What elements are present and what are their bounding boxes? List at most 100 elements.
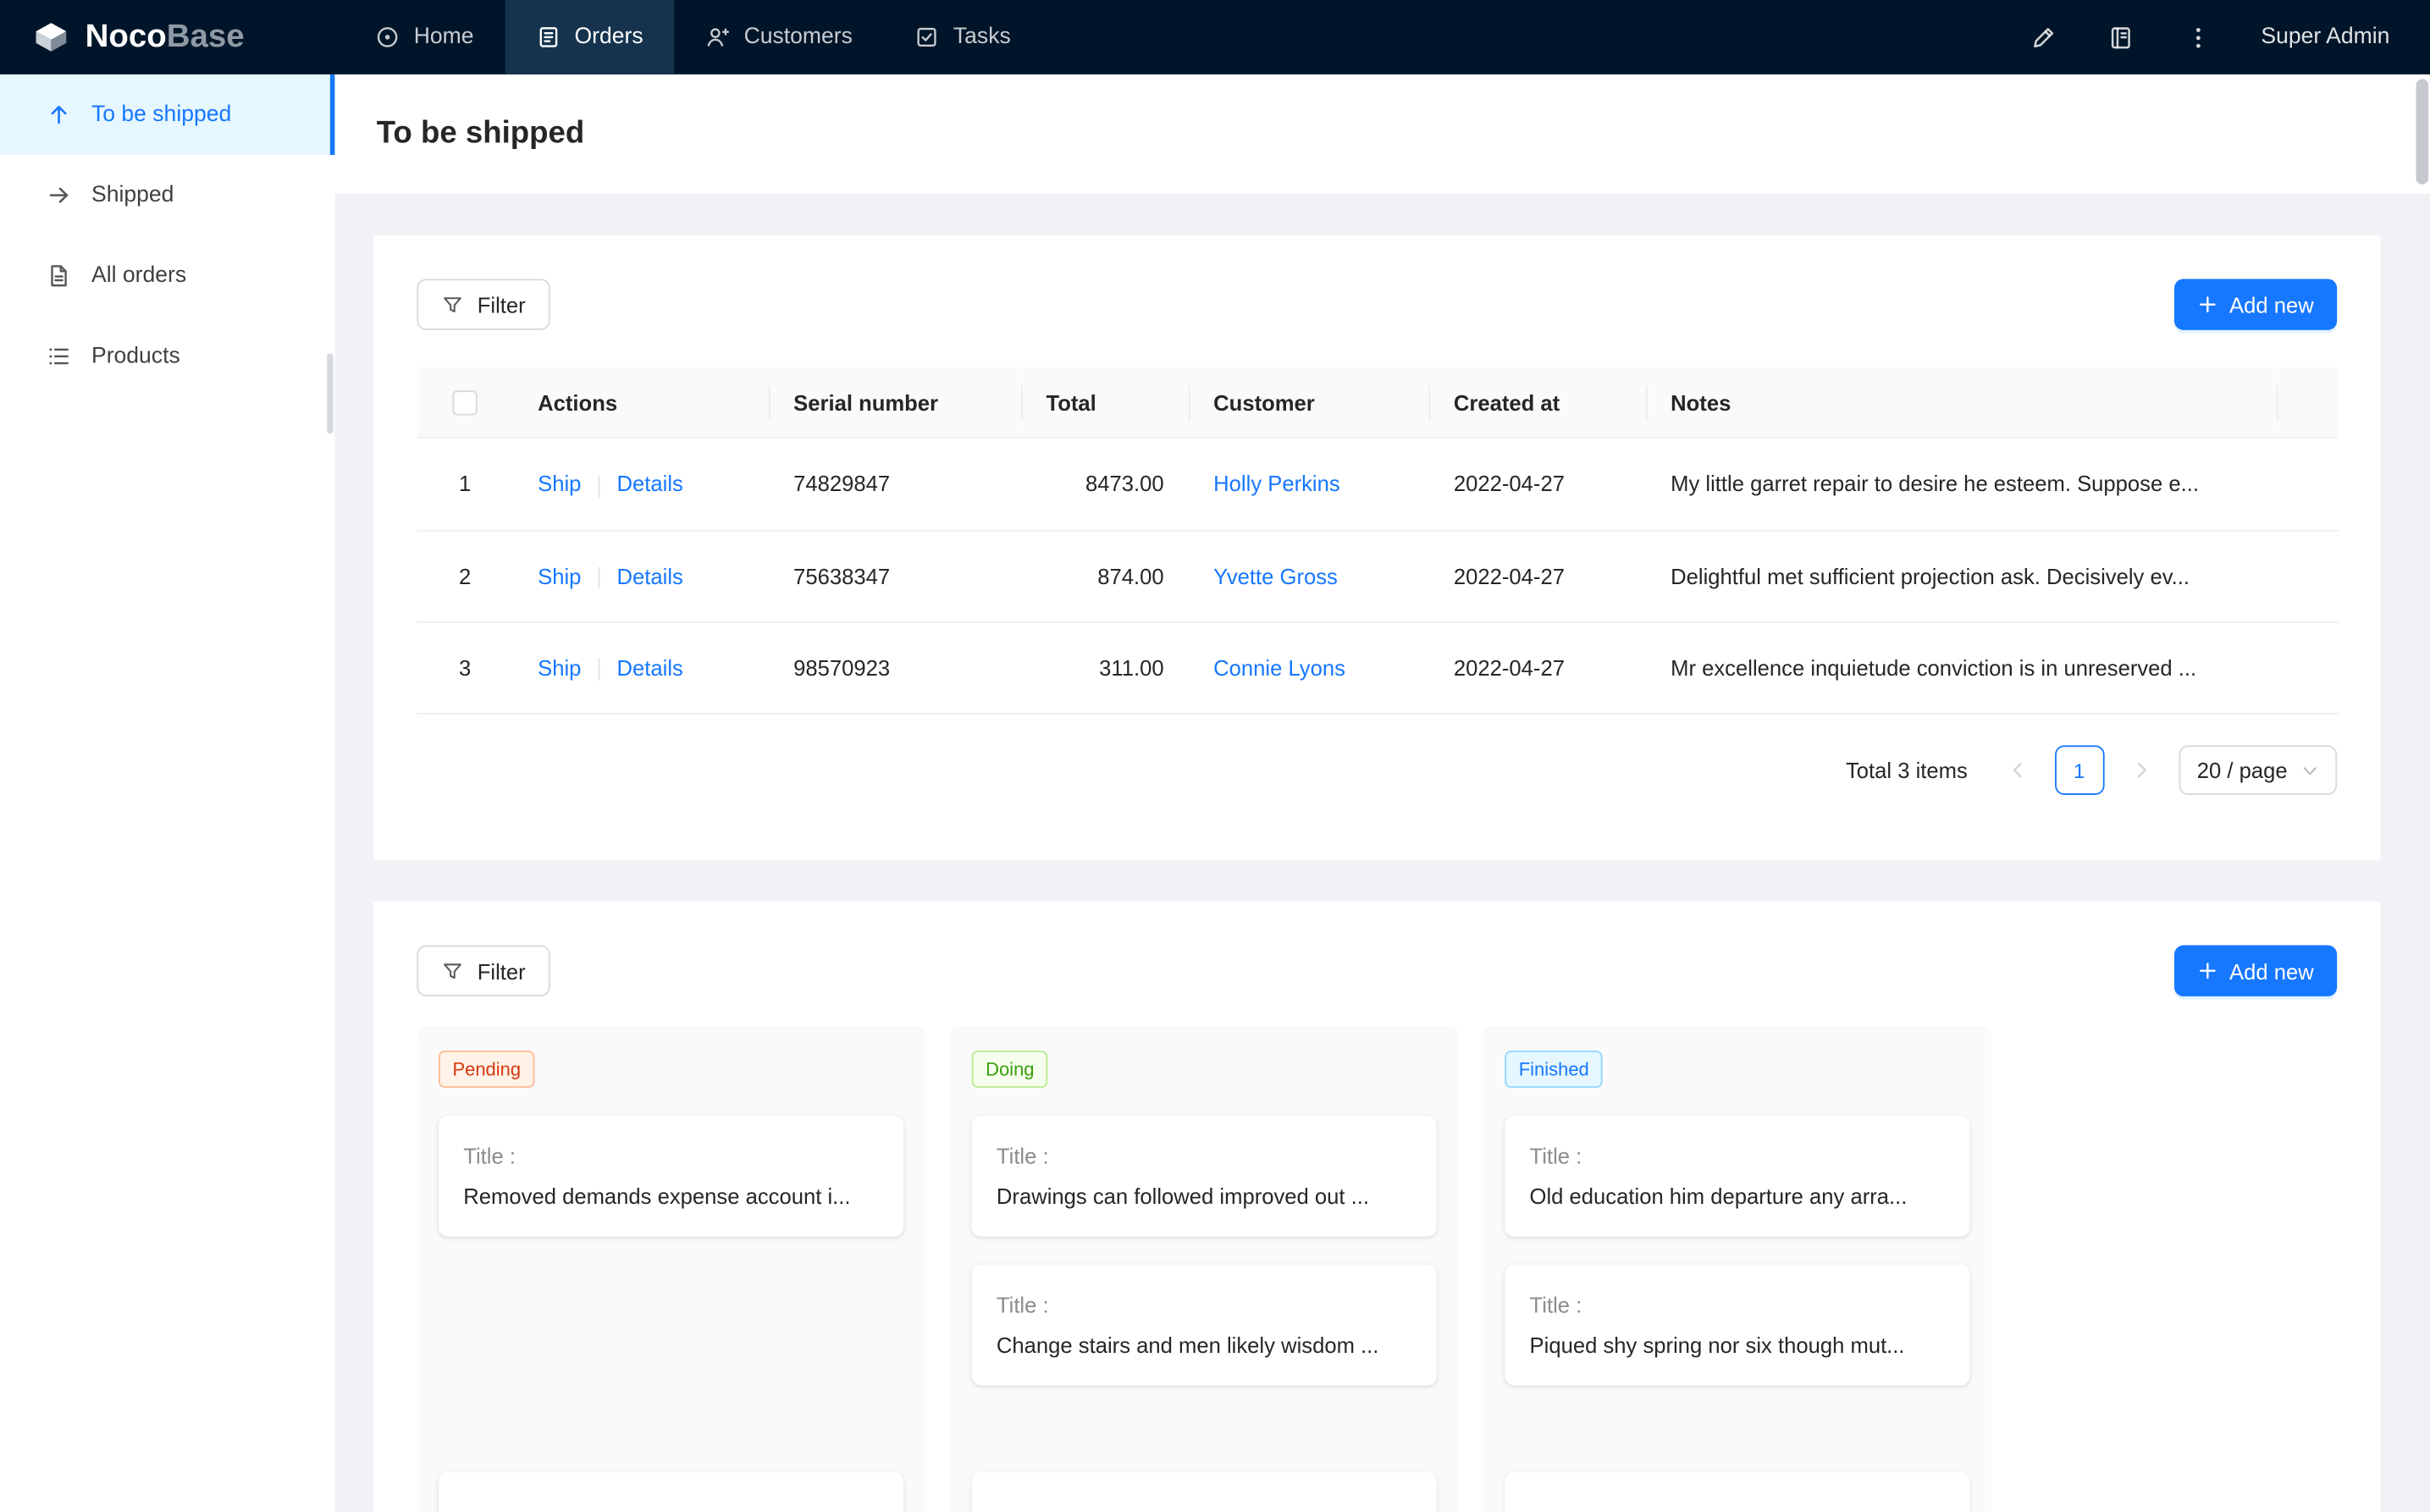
kanban-card[interactable]: Title : Removed demands expense account … (439, 1116, 903, 1237)
created-cell: 2022-04-27 (1429, 622, 1646, 715)
row-index: 2 (417, 530, 512, 622)
kanban-card[interactable]: Title : Piqued shy spring nor six though… (1505, 1265, 1969, 1386)
action-divider (599, 475, 600, 497)
customer-link[interactable]: Holly Perkins (1213, 472, 1340, 496)
notes-cell: Mr excellence inquietude conviction is i… (1646, 622, 2277, 715)
column-header-empty (2277, 367, 2339, 439)
logo-text: NocoBase (86, 19, 245, 56)
customer-cell: Holly Perkins (1189, 439, 1429, 531)
select-all-cell (417, 367, 512, 439)
page-1-button[interactable]: 1 (2054, 746, 2104, 796)
customer-link[interactable]: Yvette Gross (1213, 564, 1338, 588)
sidebar-item-to-be-shipped[interactable]: To be shipped (0, 74, 334, 155)
nav-item-label: Tasks (953, 25, 1011, 49)
serial-cell: 74829847 (769, 439, 1021, 531)
kanban-toolbar: Filter Add new (417, 946, 2337, 996)
nav-item-home[interactable]: Home (344, 0, 505, 74)
status-badge: Pending (439, 1051, 535, 1088)
kanban-card[interactable]: Title : Drawings can followed improved o… (972, 1116, 1437, 1237)
add-new-button[interactable]: Add new (2173, 279, 2337, 329)
table-row: 2 ShipDetails 75638347 874.00 Yvette Gro… (417, 530, 2339, 622)
more-menu-icon[interactable] (2184, 22, 2215, 53)
card-field-label: Title : (1530, 1144, 1946, 1168)
sidebar: To be shipped Shipped All orders Product… (0, 74, 334, 1512)
select-all-checkbox[interactable] (452, 391, 477, 416)
customer-link[interactable]: Connie Lyons (1213, 655, 1345, 680)
nav-item-customers[interactable]: Customers (674, 0, 883, 74)
kanban-card-partial[interactable] (1505, 1472, 1969, 1512)
prev-page-button[interactable] (1992, 746, 2042, 796)
page-size-select[interactable]: 20 / page (2179, 746, 2337, 796)
notes-cell: Delightful met sufficient projection ask… (1646, 530, 2277, 622)
page-title: To be shipped (377, 116, 584, 152)
pagination-total: Total 3 items (1846, 758, 1968, 782)
details-link[interactable]: Details (617, 564, 683, 588)
sidebar-item-products[interactable]: Products (0, 316, 334, 396)
kanban-add-new-button[interactable]: Add new (2173, 946, 2337, 996)
filter-icon (442, 960, 464, 982)
filter-button[interactable]: Filter (417, 279, 550, 329)
main-nav: Home Orders Customers Tasks (344, 0, 1041, 74)
card-field-label: Title : (1530, 1293, 1946, 1317)
next-page-button[interactable] (2117, 746, 2167, 796)
nocobase-logo-icon (31, 17, 72, 58)
empty-cell (2277, 439, 2339, 531)
orders-table: Actions Serial number Total Customer Cre… (417, 367, 2339, 715)
chevron-left-icon (2008, 761, 2026, 780)
empty-cell (2277, 622, 2339, 715)
column-header-customer: Customer (1189, 367, 1429, 439)
sidebar-item-all-orders[interactable]: All orders (0, 235, 334, 316)
api-doc-icon[interactable] (2106, 22, 2137, 53)
main-content: To be shipped Filter Add n (334, 74, 2430, 1512)
orders-toolbar: Filter Add new (417, 279, 2337, 329)
column-header-created: Created at (1429, 367, 1646, 439)
orders-block: Filter Add new (373, 235, 2380, 860)
sidebar-item-label: Products (91, 344, 180, 368)
kanban-card[interactable]: Title : Old education him departure any … (1505, 1116, 1969, 1237)
ship-link[interactable]: Ship (538, 472, 581, 496)
column-header-total: Total (1021, 367, 1189, 439)
actions-cell: Ship Details (513, 622, 769, 715)
kanban-card-partial[interactable] (439, 1472, 903, 1512)
filter-icon (442, 294, 464, 316)
table-row: 1 ShipDetails 74829847 8473.00 Holly Per… (417, 439, 2339, 531)
card-field-value: Change stairs and men likely wisdom ... (997, 1333, 1412, 1357)
page-scrollbar-thumb[interactable] (2416, 79, 2429, 184)
details-link[interactable]: Details (617, 472, 683, 496)
list-icon (47, 344, 71, 368)
nav-item-orders[interactable]: Orders (505, 0, 674, 74)
user-menu[interactable]: Super Admin (2261, 25, 2389, 49)
orders-icon (536, 25, 561, 49)
nocobase-logo[interactable]: NocoBase (0, 17, 310, 58)
sidebar-scrollbar-thumb[interactable] (327, 353, 333, 433)
ship-link[interactable]: Ship (538, 655, 581, 680)
kanban-card[interactable]: Title : Change stairs and men likely wis… (972, 1265, 1437, 1386)
card-field-value: Removed demands expense account i... (463, 1184, 879, 1209)
home-icon (375, 25, 400, 49)
column-header-serial: Serial number (769, 367, 1021, 439)
empty-cell (2277, 530, 2339, 622)
row-index: 3 (417, 622, 512, 715)
kanban-board: Pending Title : Removed demands expense … (417, 1026, 2337, 1512)
pagination: Total 3 items 1 20 / page (417, 746, 2337, 796)
kanban-card-partial[interactable] (972, 1472, 1437, 1512)
kanban-filter-button[interactable]: Filter (417, 946, 550, 996)
sidebar-item-shipped[interactable]: Shipped (0, 155, 334, 235)
content-area: Filter Add new (334, 235, 2430, 1512)
sidebar-item-label: All orders (91, 263, 186, 288)
details-link[interactable]: Details (617, 655, 683, 680)
total-cell: 8473.00 (1021, 439, 1189, 531)
action-divider (599, 659, 600, 681)
nav-item-tasks[interactable]: Tasks (884, 0, 1042, 74)
serial-cell: 98570923 (769, 622, 1021, 715)
card-field-label: Title : (997, 1293, 1412, 1317)
ship-link[interactable]: Ship (538, 564, 581, 588)
plus-icon (2197, 295, 2217, 315)
arrow-up-icon (47, 102, 71, 127)
card-field-label: Title : (463, 1144, 879, 1168)
card-field-label: Title : (997, 1144, 1412, 1168)
customer-cell: Yvette Gross (1189, 530, 1429, 622)
ui-editor-icon[interactable] (2029, 22, 2060, 53)
chevron-right-icon (2132, 761, 2151, 780)
card-field-value: Old education him departure any arra... (1530, 1184, 1946, 1209)
